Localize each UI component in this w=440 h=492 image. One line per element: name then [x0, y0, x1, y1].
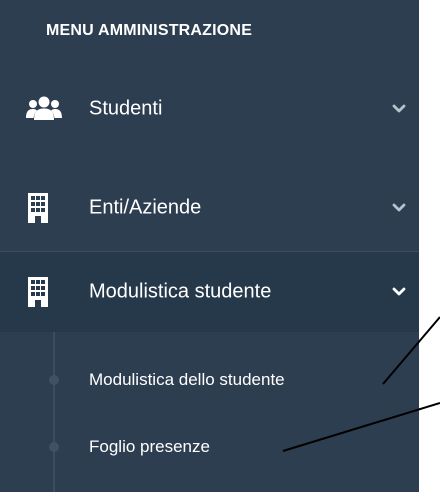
- annotation-line-1: [382, 316, 440, 385]
- annotation-arrows: [282, 316, 440, 452]
- annotation-line-2: [282, 402, 440, 452]
